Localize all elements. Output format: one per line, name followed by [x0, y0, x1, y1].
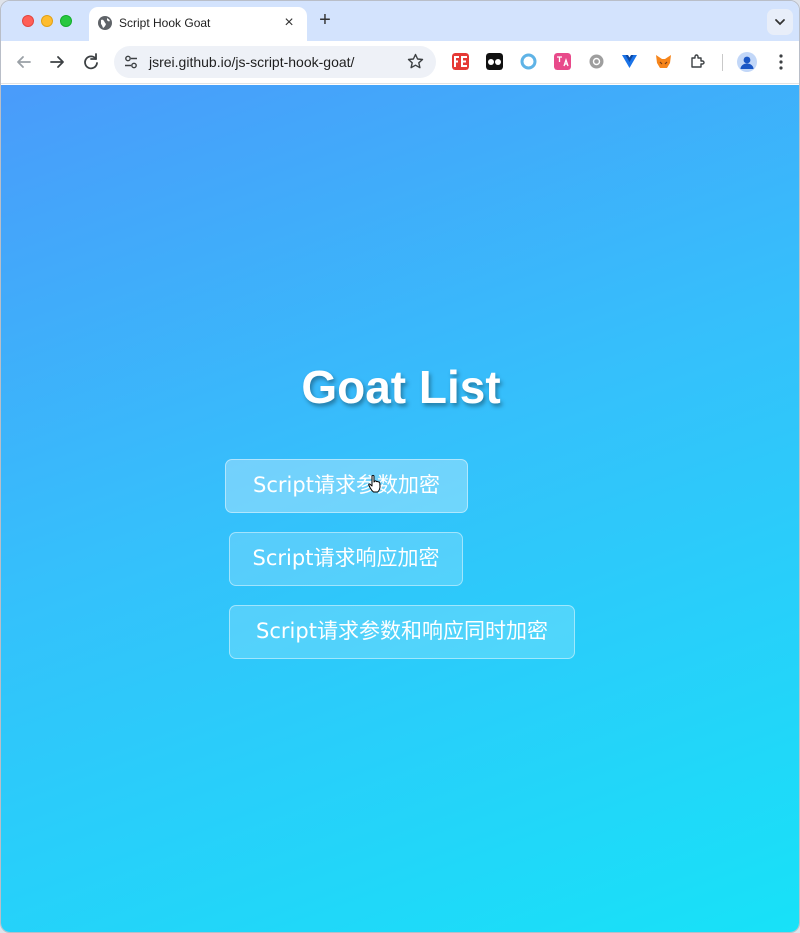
fe-extension-icon[interactable] — [452, 53, 469, 70]
tab-script-hook-goat[interactable]: Script Hook Goat × — [89, 7, 307, 41]
toolbar-divider — [722, 54, 723, 71]
chevron-down-icon — [775, 19, 785, 26]
browser-window: Script Hook Goat × + jsrei.github.io/js-… — [0, 0, 800, 933]
site-settings-icon[interactable] — [123, 54, 139, 70]
forward-arrow-icon[interactable] — [46, 51, 68, 73]
vue-extension-icon[interactable] — [621, 53, 638, 70]
hand-pointer-cursor-icon — [368, 474, 381, 493]
ring-extension-icon[interactable] — [520, 53, 537, 70]
close-tab-icon[interactable]: × — [279, 13, 299, 33]
close-window-button[interactable] — [22, 15, 34, 27]
tab-search-button[interactable] — [767, 9, 793, 35]
more-menu-icon[interactable] — [775, 52, 787, 72]
address-bar[interactable]: jsrei.github.io/js-script-hook-goat/ — [114, 46, 436, 78]
url-text: jsrei.github.io/js-script-hook-goat/ — [149, 54, 355, 70]
metamask-fox-icon[interactable] — [655, 53, 672, 70]
globe-icon — [98, 16, 112, 30]
person-icon — [740, 56, 754, 69]
script-request-param-encrypt-button[interactable]: Script请求参数加密 — [225, 459, 468, 513]
script-param-and-response-encrypt-button[interactable]: Script请求参数和响应同时加密 — [229, 605, 575, 659]
back-arrow-icon[interactable] — [13, 51, 35, 73]
puzzle-extensions-icon[interactable] — [689, 53, 706, 70]
bookmark-star-icon[interactable] — [407, 53, 424, 70]
profile-avatar[interactable] — [737, 52, 757, 72]
browser-toolbar: jsrei.github.io/js-script-hook-goat/ — [1, 41, 799, 84]
gear-extension-icon[interactable] — [588, 53, 605, 70]
tab-title: Script Hook Goat — [119, 16, 211, 30]
page-title: Goat List — [301, 361, 501, 413]
maximize-window-button[interactable] — [60, 15, 72, 27]
page-viewport: Goat List Script请求参数加密 Script请求响应加密 Scri… — [1, 85, 799, 932]
translate-extension-icon[interactable] — [554, 53, 571, 70]
tab-strip: Script Hook Goat × + — [1, 1, 799, 41]
minimize-window-button[interactable] — [41, 15, 53, 27]
script-response-encrypt-button[interactable]: Script请求响应加密 — [229, 532, 463, 586]
new-tab-button[interactable]: + — [313, 9, 337, 33]
reload-icon[interactable] — [80, 51, 102, 73]
glasses-extension-icon[interactable] — [486, 53, 503, 70]
